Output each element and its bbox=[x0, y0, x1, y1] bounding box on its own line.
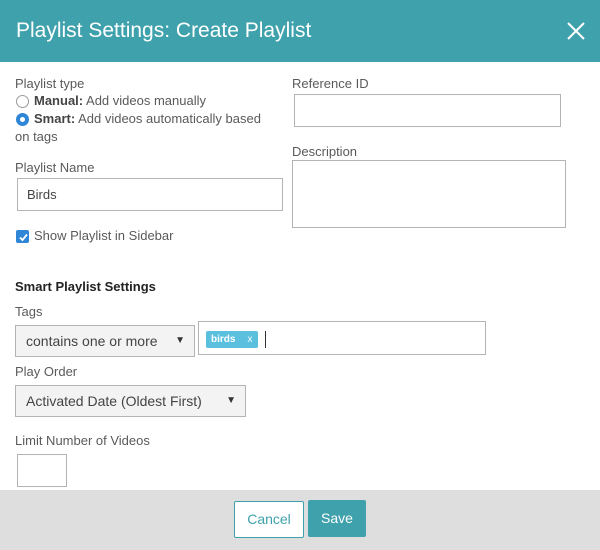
smart-option-description-cont: on tags bbox=[15, 129, 58, 144]
smart-radio[interactable] bbox=[16, 113, 29, 126]
smart-option-name: Smart: bbox=[34, 111, 76, 126]
create-playlist-dialog: Playlist Settings: Create Playlist Playl… bbox=[0, 0, 600, 550]
close-icon[interactable] bbox=[561, 16, 591, 46]
dropdown-arrow-icon: ▼ bbox=[226, 395, 236, 406]
reference-id-label: Reference ID bbox=[292, 76, 369, 91]
tags-input[interactable]: birds x bbox=[198, 321, 486, 355]
tags-label: Tags bbox=[15, 304, 43, 319]
smart-option-description: Add videos automatically based bbox=[78, 111, 261, 126]
limit-videos-label: Limit Number of Videos bbox=[15, 433, 150, 448]
text-cursor bbox=[265, 331, 266, 348]
playlist-name-input[interactable] bbox=[17, 178, 283, 211]
tag-chip-birds: birds x bbox=[206, 331, 259, 348]
reference-id-input[interactable] bbox=[294, 94, 561, 127]
description-textarea[interactable] bbox=[292, 160, 566, 228]
play-order-value: Activated Date (Oldest First) bbox=[26, 393, 202, 409]
save-button[interactable]: Save bbox=[308, 500, 366, 537]
show-in-sidebar-checkbox[interactable] bbox=[16, 230, 29, 243]
smart-settings-title: Smart Playlist Settings bbox=[15, 279, 156, 294]
playlist-type-label: Playlist type bbox=[15, 76, 85, 91]
manual-option-name: Manual: bbox=[34, 93, 84, 108]
limit-videos-input[interactable] bbox=[17, 454, 67, 487]
description-label: Description bbox=[292, 144, 358, 159]
playlist-name-label: Playlist Name bbox=[15, 160, 95, 175]
dialog-title: Playlist Settings: Create Playlist bbox=[16, 19, 312, 42]
tags-match-value: contains one or more bbox=[26, 333, 158, 349]
tags-match-select[interactable]: contains one or more ▼ bbox=[15, 325, 195, 357]
cancel-button[interactable]: Cancel bbox=[234, 501, 304, 538]
dropdown-arrow-icon: ▼ bbox=[175, 335, 185, 346]
manual-radio[interactable] bbox=[16, 95, 29, 108]
manual-option-text: Manual: Add videos manually bbox=[34, 93, 206, 109]
smart-option-text: Smart: Add videos automatically based bbox=[34, 111, 261, 127]
checkmark-icon bbox=[19, 233, 28, 242]
play-order-select[interactable]: Activated Date (Oldest First) ▼ bbox=[15, 385, 246, 417]
show-in-sidebar-label: Show Playlist in Sidebar bbox=[34, 228, 174, 243]
manual-option-description: Add videos manually bbox=[86, 93, 206, 108]
tag-chip-label: birds bbox=[211, 334, 236, 345]
play-order-label: Play Order bbox=[15, 364, 78, 379]
remove-tag-icon[interactable]: x bbox=[247, 334, 252, 345]
dialog-header: Playlist Settings: Create Playlist bbox=[0, 0, 600, 62]
